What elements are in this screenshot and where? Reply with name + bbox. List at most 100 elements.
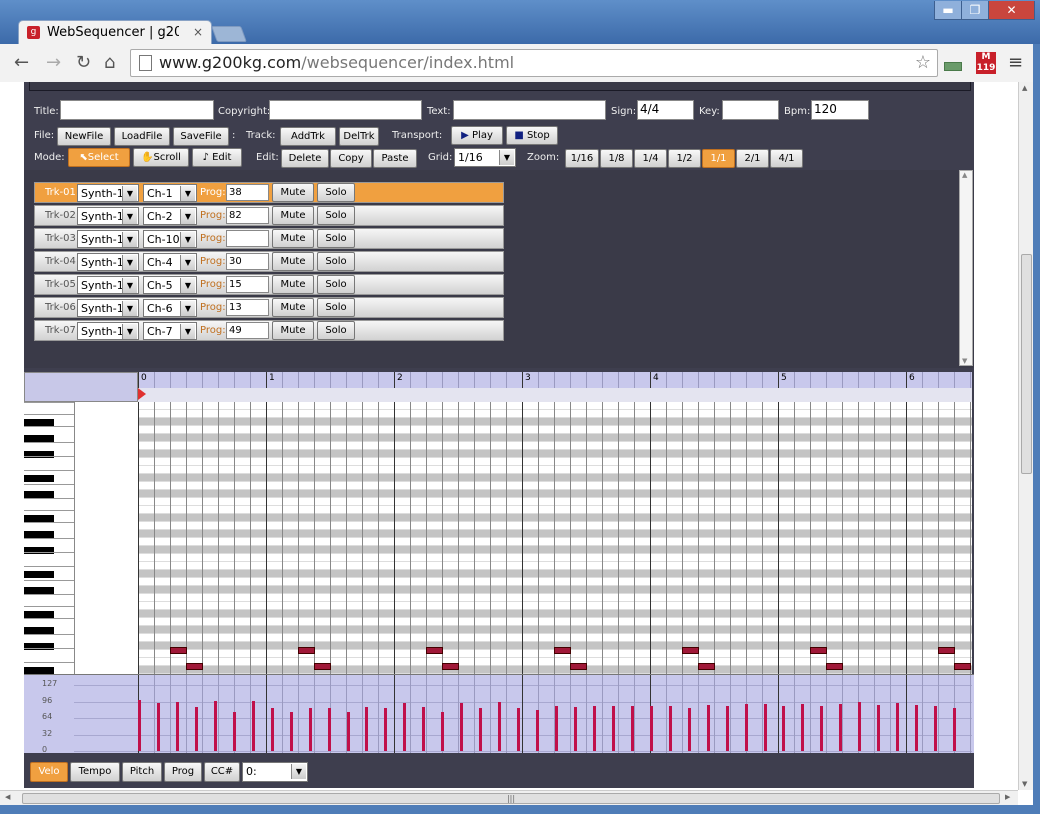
velocity-bar[interactable] bbox=[194, 707, 198, 751]
velocity-bar[interactable] bbox=[820, 706, 824, 751]
zoom-2-1-button[interactable]: 2/1 bbox=[736, 149, 769, 168]
lane-tempo-button[interactable]: Tempo bbox=[70, 762, 120, 782]
page-horizontal-scrollbar[interactable]: ◀ ||| ▶ bbox=[0, 790, 1018, 806]
mute-button[interactable]: Mute bbox=[272, 275, 314, 294]
velocity-bar[interactable] bbox=[156, 703, 160, 751]
scroll-down-icon[interactable]: ▼ bbox=[962, 357, 967, 365]
track-synth-select[interactable]: Synth-1 ▼ bbox=[77, 299, 139, 317]
velocity-bar[interactable] bbox=[555, 705, 558, 751]
title-input[interactable] bbox=[60, 100, 214, 120]
track-row[interactable]: Trk-02 Synth-1 ▼ Ch-2 ▼ Prog: 82 Mute Solo bbox=[34, 205, 504, 226]
velocity-bar[interactable] bbox=[858, 702, 862, 751]
lane-pitch-button[interactable]: Pitch bbox=[122, 762, 162, 782]
track-prog-input[interactable]: 30 bbox=[226, 253, 269, 270]
solo-button[interactable]: Solo bbox=[317, 275, 355, 294]
note[interactable] bbox=[314, 663, 331, 670]
note[interactable] bbox=[426, 647, 443, 654]
velocity-bar[interactable] bbox=[782, 705, 786, 751]
play-button[interactable]: ▶ Play bbox=[451, 126, 503, 145]
track-prog-input[interactable]: 49 bbox=[226, 322, 269, 339]
browser-tab[interactable]: g WebSequencer | g200kg × bbox=[18, 20, 212, 45]
track-row[interactable]: Trk-05 Synth-1 ▼ Ch-5 ▼ Prog: 15 Mute Solo bbox=[34, 274, 504, 295]
note[interactable] bbox=[810, 647, 827, 654]
solo-button[interactable]: Solo bbox=[317, 321, 355, 340]
lane-cc-button[interactable]: CC# bbox=[204, 762, 240, 782]
mute-button[interactable]: Mute bbox=[272, 183, 314, 202]
track-list-scrollbar[interactable]: ▲ ▼ bbox=[959, 170, 973, 366]
velocity-bar[interactable] bbox=[517, 707, 521, 751]
track-synth-select[interactable]: Synth-1 ▼ bbox=[77, 184, 139, 202]
track-synth-select[interactable]: Synth-1 ▼ bbox=[77, 253, 139, 271]
note[interactable] bbox=[442, 663, 459, 670]
cc-number-select[interactable]: 0: ▼ bbox=[242, 762, 308, 782]
solo-button[interactable]: Solo bbox=[317, 183, 355, 202]
velocity-bar[interactable] bbox=[896, 702, 900, 751]
velocity-bar[interactable] bbox=[441, 711, 445, 751]
track-row[interactable]: Trk-01 Synth-1 ▼ Ch-1 ▼ Prog: 38 Mute Solo bbox=[34, 182, 504, 203]
track-prog-input[interactable]: 82 bbox=[226, 207, 269, 224]
track-row[interactable]: Trk-06 Synth-1 ▼ Ch-6 ▼ Prog: 13 Mute Solo bbox=[34, 297, 504, 318]
velocity-bar[interactable] bbox=[877, 704, 881, 751]
track-row[interactable]: Trk-04 Synth-1 ▼ Ch-4 ▼ Prog: 30 Mute Solo bbox=[34, 251, 504, 272]
close-window-button[interactable]: ✕ bbox=[988, 1, 1035, 20]
grid-select[interactable]: 1/16 ▼ bbox=[454, 148, 516, 167]
mode-scroll-button[interactable]: ✋Scroll bbox=[133, 148, 189, 167]
velocity-bar[interactable] bbox=[384, 708, 388, 751]
velocity-bar[interactable] bbox=[934, 706, 938, 751]
sign-input[interactable]: 4/4 bbox=[637, 100, 694, 120]
track-prog-input[interactable] bbox=[226, 230, 269, 247]
note-grid[interactable] bbox=[74, 402, 972, 674]
track-prog-input[interactable]: 13 bbox=[226, 299, 269, 316]
track-channel-select[interactable]: Ch-1 ▼ bbox=[143, 184, 197, 202]
track-channel-select[interactable]: Ch-5 ▼ bbox=[143, 276, 197, 294]
track-synth-select[interactable]: Synth-1 ▼ bbox=[77, 322, 139, 340]
bpm-input[interactable]: 120 bbox=[811, 100, 869, 120]
velocity-bar[interactable] bbox=[498, 702, 502, 751]
velocity-bar[interactable] bbox=[422, 706, 426, 751]
velocity-bar[interactable] bbox=[460, 702, 464, 751]
velocity-bar[interactable] bbox=[839, 704, 843, 751]
velocity-bar[interactable] bbox=[327, 707, 331, 751]
velocity-bar[interactable] bbox=[403, 703, 407, 751]
velocity-bar[interactable] bbox=[592, 706, 596, 751]
stop-button[interactable]: ■ Stop bbox=[506, 126, 558, 145]
track-row[interactable]: Trk-07 Synth-1 ▼ Ch-7 ▼ Prog: 49 Mute Solo bbox=[34, 320, 504, 341]
zoom-1-4-button[interactable]: 1/4 bbox=[634, 149, 667, 168]
menu-icon[interactable]: ≡ bbox=[1008, 52, 1023, 73]
note[interactable] bbox=[954, 663, 971, 670]
velocity-bar[interactable] bbox=[479, 707, 483, 751]
zoom-1-1-button[interactable]: 1/1 bbox=[702, 149, 735, 168]
solo-button[interactable]: Solo bbox=[317, 229, 355, 248]
maximize-button[interactable]: ❐ bbox=[961, 1, 989, 20]
new-file-button[interactable]: NewFile bbox=[57, 127, 111, 146]
zoom-1-2-button[interactable]: 1/2 bbox=[668, 149, 701, 168]
note[interactable] bbox=[554, 647, 571, 654]
velocity-bar[interactable] bbox=[915, 705, 919, 751]
mode-select-button[interactable]: ⬉Select bbox=[68, 148, 130, 167]
velocity-bar[interactable] bbox=[573, 706, 577, 751]
reload-icon[interactable]: ↻ bbox=[76, 52, 91, 73]
zoom-4-1-button[interactable]: 4/1 bbox=[770, 149, 803, 168]
bookmark-star-icon[interactable]: ☆ bbox=[915, 52, 931, 73]
home-icon[interactable]: ⌂ bbox=[104, 52, 115, 73]
velocity-bar[interactable] bbox=[953, 707, 957, 751]
track-synth-select[interactable]: Synth-1 ▼ bbox=[77, 276, 139, 294]
note[interactable] bbox=[938, 647, 955, 654]
track-channel-select[interactable]: Ch-2 ▼ bbox=[143, 207, 197, 225]
velocity-bar[interactable] bbox=[649, 706, 653, 751]
track-synth-select[interactable]: Synth-1 ▼ bbox=[77, 207, 139, 225]
velocity-bar[interactable] bbox=[270, 707, 274, 751]
velocity-bar[interactable] bbox=[536, 710, 540, 751]
note[interactable] bbox=[298, 647, 315, 654]
gmail-extension-icon[interactable]: M 119 bbox=[976, 52, 996, 74]
velocity-lane[interactable]: 127 96 64 32 0 bbox=[24, 674, 974, 754]
velocity-bar[interactable] bbox=[308, 707, 312, 751]
lane-velo-button[interactable]: Velo bbox=[30, 762, 68, 782]
delete-track-button[interactable]: DelTrk bbox=[339, 127, 379, 146]
copyright-input[interactable] bbox=[269, 100, 422, 120]
solo-button[interactable]: Solo bbox=[317, 298, 355, 317]
playhead-marker-icon[interactable] bbox=[138, 388, 146, 400]
page-vertical-scrollbar[interactable]: ▲ ▼ bbox=[1018, 82, 1034, 790]
track-prog-input[interactable]: 15 bbox=[226, 276, 269, 293]
add-track-button[interactable]: AddTrk bbox=[280, 127, 336, 146]
